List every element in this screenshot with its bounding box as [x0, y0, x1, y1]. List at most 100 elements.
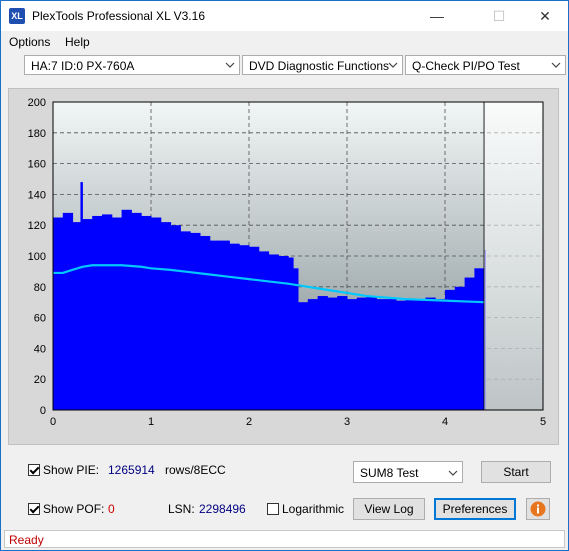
function-select[interactable]: DVD Diagnostic Functions — [242, 55, 403, 75]
close-icon[interactable]: ✕ — [522, 1, 568, 31]
pie-bar — [209, 240, 221, 410]
pie-bar — [258, 251, 270, 410]
pie-bar — [229, 243, 240, 410]
pie-bar — [131, 212, 142, 410]
pie-bar — [190, 232, 201, 410]
pie-bar — [396, 300, 407, 410]
pie-bar — [72, 222, 81, 410]
show-pof-label: Show POF: — [43, 502, 105, 516]
view-log-button[interactable]: View Log — [353, 498, 425, 520]
x-tick-label: 4 — [442, 416, 448, 428]
y-tick-label: 100 — [28, 251, 46, 263]
pie-bar — [160, 222, 172, 410]
chevron-down-icon — [448, 470, 458, 476]
pie-bar — [464, 277, 475, 410]
info-icon — [530, 501, 546, 517]
pie-bar — [62, 212, 74, 410]
x-tick-label: 3 — [344, 416, 350, 428]
chevron-down-icon — [388, 62, 398, 68]
pie-bar — [445, 289, 456, 410]
test-select[interactable]: Q-Check PI/PO Test — [405, 55, 566, 75]
pie-bar — [200, 235, 211, 410]
y-tick-label: 60 — [34, 313, 46, 325]
pie-bar — [327, 297, 338, 410]
pie-bar — [151, 217, 162, 410]
pie-bar — [219, 240, 230, 410]
y-tick-label: 140 — [28, 189, 46, 201]
y-tick-label: 0 — [40, 405, 46, 417]
pie-bar — [454, 286, 466, 410]
show-pie-label: Show PIE: — [43, 463, 100, 477]
pie-bar — [278, 256, 289, 410]
menu-bar: Options Help — [1, 32, 568, 52]
pie-bar — [53, 217, 64, 410]
chevron-down-icon — [225, 62, 235, 68]
pi-po-chart: 0 20 40 60 80 100 120 140 160 180 200 0 1 2 3 4 5 — [28, 97, 546, 428]
menu-help[interactable]: Help — [65, 35, 90, 49]
pie-value: 1265914 — [108, 463, 155, 477]
y-tick-label: 20 — [34, 374, 46, 386]
pie-bar — [249, 246, 260, 410]
preferences-button[interactable]: Preferences — [434, 498, 516, 520]
lsn-label: LSN: — [168, 502, 195, 516]
pie-unit: rows/8ECC — [165, 463, 226, 477]
x-tick-label: 5 — [540, 416, 546, 428]
x-tick-label: 0 — [50, 416, 56, 428]
pie-bar — [317, 296, 328, 410]
pie-bar — [435, 299, 446, 410]
pie-bar — [293, 268, 299, 410]
start-button[interactable]: Start — [481, 461, 551, 483]
sum-test-select[interactable]: SUM8 Test — [353, 461, 463, 483]
pie-bar — [288, 257, 294, 410]
pie-bar — [268, 254, 279, 410]
pie-bar — [307, 299, 319, 410]
logarithmic-checkbox[interactable] — [267, 503, 279, 515]
status-bar: Ready — [4, 530, 565, 548]
y-tick-label: 180 — [28, 128, 46, 140]
pie-bar — [405, 299, 417, 410]
logarithmic-label: Logarithmic — [282, 502, 345, 516]
pie-bar — [386, 299, 397, 410]
drive-select-value: HA:7 ID:0 PX-760A — [31, 59, 135, 73]
status-text: Ready — [9, 533, 44, 547]
window-title: PlexTools Professional XL V3.16 — [32, 9, 205, 23]
test-select-value: Q-Check PI/PO Test — [412, 59, 520, 73]
pof-value: 0 — [108, 502, 115, 516]
chevron-down-icon — [551, 62, 561, 68]
show-pie-checkbox[interactable] — [28, 464, 40, 476]
pie-bar — [474, 268, 485, 410]
pie-bar — [347, 299, 358, 410]
maximize-icon[interactable]: ☐ — [476, 1, 522, 31]
pie-bar — [425, 297, 436, 410]
lsn-value: 2298496 — [199, 502, 246, 516]
x-tick-label: 2 — [246, 416, 252, 428]
function-select-value: DVD Diagnostic Functions — [249, 59, 390, 73]
pie-bar — [239, 245, 250, 410]
app-logo-icon: XL — [9, 8, 25, 24]
pie-bar — [141, 215, 152, 410]
pie-bar — [356, 297, 368, 410]
title-bar: XL PlexTools Professional XL V3.16 — ☐ ✕ — [1, 1, 568, 31]
show-pof-checkbox[interactable] — [28, 503, 40, 515]
info-button[interactable] — [526, 498, 550, 520]
minimize-icon[interactable]: — — [414, 1, 460, 31]
pie-bar — [298, 302, 309, 410]
pie-bar — [376, 299, 387, 410]
x-tick-label: 1 — [148, 416, 154, 428]
pie-bar — [92, 215, 103, 410]
menu-options[interactable]: Options — [9, 35, 50, 49]
pie-bar — [366, 296, 377, 410]
y-tick-label: 200 — [28, 97, 46, 109]
y-tick-label: 80 — [34, 282, 46, 294]
pie-bar — [121, 209, 132, 410]
pie-bar — [180, 231, 191, 410]
controls-panel: Show PIE: 1265914 rows/8ECC SUM8 Test St… — [8, 451, 559, 525]
pie-bar — [415, 299, 426, 410]
pie-bar — [102, 214, 113, 410]
pie-bar — [170, 225, 181, 410]
drive-select[interactable]: HA:7 ID:0 PX-760A — [24, 55, 240, 75]
y-tick-label: 40 — [34, 343, 46, 355]
y-tick-label: 120 — [28, 220, 46, 232]
app-window: XL PlexTools Professional XL V3.16 — ☐ ✕… — [0, 0, 569, 551]
unused-region — [484, 102, 543, 410]
